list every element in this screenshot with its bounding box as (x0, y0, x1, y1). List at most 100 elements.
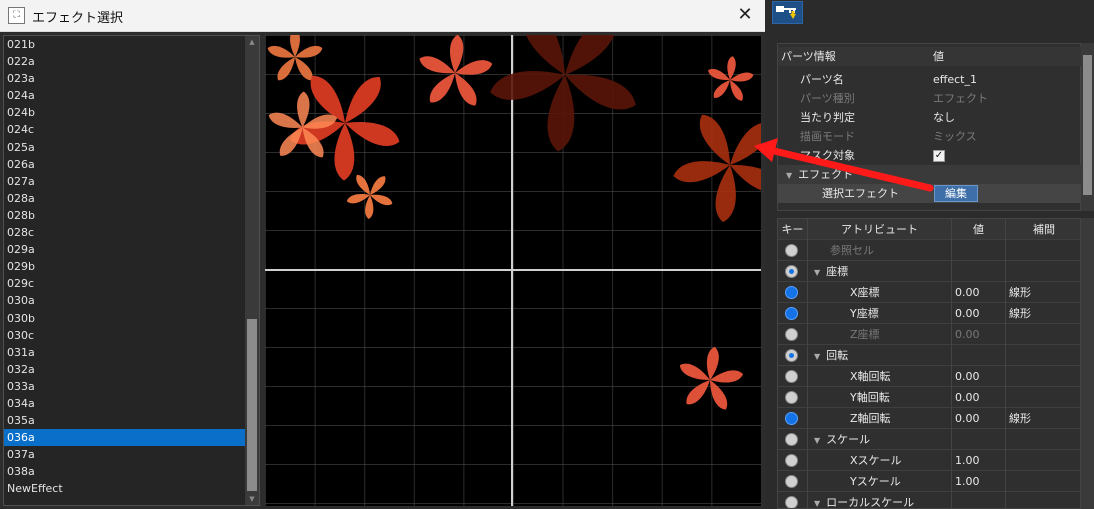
parts-row-mask-target[interactable]: マスク対象 ✓ (778, 146, 1082, 165)
effect-list-item[interactable]: 037a (4, 446, 246, 463)
effect-list-item[interactable]: 035a (4, 412, 246, 429)
keyframe-dot-icon[interactable] (785, 454, 798, 467)
collapse-triangle-icon[interactable]: ▼ (814, 346, 820, 367)
parts-row-selected-effect[interactable]: 選択エフェクト 編集 (778, 184, 1082, 203)
attribute-interpolation[interactable] (1006, 492, 1080, 508)
attribute-value[interactable]: 1.00 (952, 450, 1006, 471)
effect-list-item[interactable]: 030a (4, 292, 246, 309)
attribute-value[interactable] (952, 345, 1006, 366)
effect-list-item[interactable]: 029a (4, 241, 246, 258)
keyframe-dot-icon[interactable] (785, 391, 798, 404)
attribute-row[interactable]: ▼ 座標 (778, 261, 1080, 283)
effect-list-item[interactable]: 026a (4, 156, 246, 173)
effect-list-item[interactable]: 031a (4, 344, 246, 361)
attribute-value[interactable]: 0.00 (952, 324, 1006, 345)
attribute-value[interactable] (952, 261, 1006, 282)
parts-row-name[interactable]: パーツ名 effect_1 (778, 70, 1082, 89)
list-scrollbar[interactable]: ▲ ▼ (245, 36, 259, 505)
effect-list-item[interactable]: 022a (4, 53, 246, 70)
effect-list-item[interactable]: 032a (4, 361, 246, 378)
attribute-interpolation[interactable] (1006, 240, 1080, 261)
effect-list-item[interactable]: 038a (4, 463, 246, 480)
attribute-interpolation[interactable] (1006, 366, 1080, 387)
keyframe-dot-icon[interactable] (785, 244, 798, 257)
attribute-scrollbar[interactable] (1081, 218, 1094, 509)
attribute-value[interactable]: 0.00 (952, 366, 1006, 387)
attribute-row[interactable]: ▼ ローカルスケール (778, 492, 1080, 508)
attribute-interpolation[interactable] (1006, 261, 1080, 282)
keyframe-dot-icon[interactable] (785, 328, 798, 341)
collapse-triangle-icon[interactable]: ▼ (814, 430, 820, 451)
scroll-up-icon[interactable]: ▲ (245, 36, 259, 48)
attribute-interpolation[interactable] (1006, 387, 1080, 408)
scroll-down-icon[interactable]: ▼ (245, 493, 259, 505)
attribute-value[interactable]: 0.00 (952, 408, 1006, 429)
effect-list[interactable]: 021b 022a 023a 024a 024b 024c 025a 026a 027a 028a… (3, 35, 260, 506)
effect-list-item[interactable]: NewEffect (4, 480, 246, 497)
effect-list-item[interactable]: 024b (4, 104, 246, 121)
attribute-value[interactable]: 0.00 (952, 387, 1006, 408)
key-download-button[interactable] (772, 1, 803, 24)
attribute-row[interactable]: Y軸回転 0.00 (778, 387, 1080, 408)
attribute-row[interactable]: Xスケール 1.00 (778, 450, 1080, 471)
effect-list-item[interactable]: 024c (4, 121, 246, 138)
list-scroll-thumb[interactable] (247, 319, 257, 491)
keyframe-dot-icon[interactable] (785, 433, 798, 446)
attribute-value[interactable] (952, 429, 1006, 450)
attribute-value[interactable] (952, 240, 1006, 261)
attribute-row[interactable]: ▼ スケール (778, 429, 1080, 451)
keyframe-dot-icon[interactable] (785, 286, 798, 299)
dialog-titlebar[interactable]: ⛶ エフェクト選択 ✕ (0, 0, 765, 32)
close-button[interactable]: ✕ (725, 0, 765, 32)
effect-list-item[interactable]: 030c (4, 327, 246, 344)
attribute-interpolation[interactable] (1006, 324, 1080, 345)
parts-name-value[interactable]: effect_1 (930, 70, 1082, 89)
keyframe-dot-icon[interactable] (785, 370, 798, 383)
attribute-value[interactable]: 1.00 (952, 471, 1006, 492)
attribute-row[interactable]: Yスケール 1.00 (778, 471, 1080, 492)
attribute-row[interactable]: X座標 0.00 線形 (778, 282, 1080, 303)
effect-list-item[interactable]: 028b (4, 207, 246, 224)
attribute-interpolation[interactable]: 線形 (1006, 303, 1080, 324)
keyframe-dot-icon[interactable] (785, 265, 798, 278)
collapse-triangle-icon[interactable]: ▼ (786, 166, 792, 185)
effect-list-item[interactable]: 036a (4, 429, 246, 447)
attribute-value[interactable]: 0.00 (952, 303, 1006, 324)
collision-value[interactable]: なし (930, 108, 1082, 127)
edit-effect-button[interactable]: 編集 (934, 185, 978, 202)
effect-list-item[interactable]: 027a (4, 173, 246, 190)
effect-list-item[interactable]: 030b (4, 310, 246, 327)
effect-preview[interactable] (265, 35, 761, 506)
attribute-interpolation[interactable] (1006, 429, 1080, 450)
effect-list-item[interactable]: 028a (4, 190, 246, 207)
parts-row-effect-group[interactable]: ▼ エフェクト (778, 165, 1082, 184)
keyframe-dot-icon[interactable] (785, 475, 798, 488)
attribute-interpolation[interactable]: 線形 (1006, 282, 1080, 303)
parts-scrollbar[interactable] (1081, 43, 1094, 211)
keyframe-dot-icon[interactable] (785, 307, 798, 320)
effect-list-item[interactable]: 023a (4, 70, 246, 87)
collapse-triangle-icon[interactable]: ▼ (814, 493, 820, 508)
attribute-value[interactable]: 0.00 (952, 282, 1006, 303)
keyframe-dot-icon[interactable] (785, 496, 798, 508)
attribute-value[interactable] (952, 492, 1006, 508)
parts-scroll-thumb[interactable] (1083, 55, 1092, 195)
attribute-row[interactable]: 参照セル (778, 240, 1080, 261)
attribute-row[interactable]: Z軸回転 0.00 線形 (778, 408, 1080, 429)
attribute-interpolation[interactable] (1006, 450, 1080, 471)
keyframe-dot-icon[interactable] (785, 412, 798, 425)
attribute-interpolation[interactable] (1006, 471, 1080, 492)
attribute-interpolation[interactable] (1006, 345, 1080, 366)
effect-list-item[interactable]: 021b (4, 36, 246, 53)
effect-list-item[interactable]: 024a (4, 87, 246, 104)
effect-list-item[interactable]: 029c (4, 275, 246, 292)
mask-target-checkbox[interactable]: ✓ (933, 150, 945, 162)
attribute-row[interactable]: X軸回転 0.00 (778, 366, 1080, 387)
effect-list-item[interactable]: 028c (4, 224, 246, 241)
attribute-row[interactable]: ▼ 回転 (778, 345, 1080, 367)
attribute-row[interactable]: Y座標 0.00 線形 (778, 303, 1080, 324)
collapse-triangle-icon[interactable]: ▼ (814, 262, 820, 283)
effect-list-item[interactable]: 025a (4, 139, 246, 156)
effect-list-item[interactable]: 034a (4, 395, 246, 412)
attribute-interpolation[interactable]: 線形 (1006, 408, 1080, 429)
